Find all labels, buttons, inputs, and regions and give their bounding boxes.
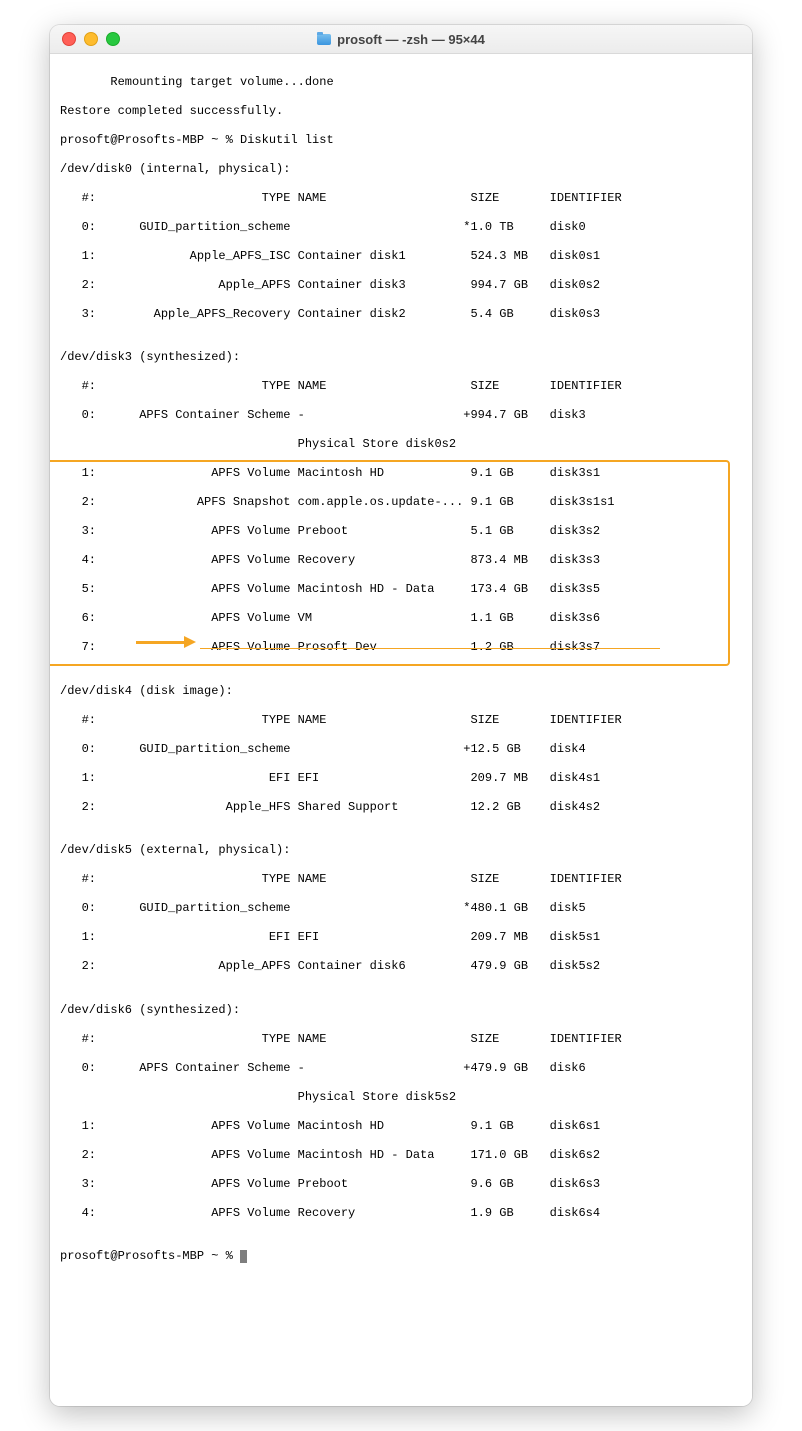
table-row: 2: Apple_APFS Container disk6 479.9 GB d… <box>60 959 742 974</box>
table-row: 4: APFS Volume Recovery 1.9 GB disk6s4 <box>60 1206 742 1221</box>
disk-header: /dev/disk4 (disk image): <box>60 684 742 699</box>
terminal-content[interactable]: Remounting target volume...done Restore … <box>50 54 752 1406</box>
table-row: 1: APFS Volume Macintosh HD 9.1 GB disk6… <box>60 1119 742 1134</box>
window-titlebar: prosoft — -zsh — 95×44 <box>50 25 752 54</box>
disk-header: /dev/disk5 (external, physical): <box>60 843 742 858</box>
table-row: Physical Store disk0s2 <box>60 437 742 452</box>
output-line: Restore completed successfully. <box>60 104 742 119</box>
table-row: 2: APFS Volume Macintosh HD - Data 171.0… <box>60 1148 742 1163</box>
table-row: 0: GUID_partition_scheme +12.5 GB disk4 <box>60 742 742 757</box>
close-button[interactable] <box>62 32 76 46</box>
table-row: 6: APFS Volume VM 1.1 GB disk3s6 <box>60 611 742 626</box>
window-title: prosoft — -zsh — 95×44 <box>50 32 752 47</box>
column-header: #: TYPE NAME SIZE IDENTIFIER <box>60 379 742 394</box>
window-title-text: prosoft — -zsh — 95×44 <box>337 32 485 47</box>
table-row: 1: Apple_APFS_ISC Container disk1 524.3 … <box>60 249 742 264</box>
folder-icon <box>317 34 331 45</box>
table-row: 1: EFI EFI 209.7 MB disk4s1 <box>60 771 742 786</box>
table-row: 4: APFS Volume Recovery 873.4 MB disk3s3 <box>60 553 742 568</box>
column-header: #: TYPE NAME SIZE IDENTIFIER <box>60 713 742 728</box>
table-row: 1: APFS Volume Macintosh HD 9.1 GB disk3… <box>60 466 742 481</box>
table-row: 5: APFS Volume Macintosh HD - Data 173.4… <box>60 582 742 597</box>
column-header: #: TYPE NAME SIZE IDENTIFIER <box>60 872 742 887</box>
column-header: #: TYPE NAME SIZE IDENTIFIER <box>60 1032 742 1047</box>
table-row: 3: APFS Volume Preboot 5.1 GB disk3s2 <box>60 524 742 539</box>
terminal-window: prosoft — -zsh — 95×44 Remounting target… <box>50 25 752 1406</box>
table-row: 0: GUID_partition_scheme *480.1 GB disk5 <box>60 901 742 916</box>
table-row: 0: GUID_partition_scheme *1.0 TB disk0 <box>60 220 742 235</box>
disk-header: /dev/disk3 (synthesized): <box>60 350 742 365</box>
table-row: 2: Apple_APFS Container disk3 994.7 GB d… <box>60 278 742 293</box>
output-line: Remounting target volume...done <box>60 75 742 90</box>
table-row: Physical Store disk5s2 <box>60 1090 742 1105</box>
table-row: 0: APFS Container Scheme - +994.7 GB dis… <box>60 408 742 423</box>
disk-header: /dev/disk6 (synthesized): <box>60 1003 742 1018</box>
output-line: prosoft@Prosofts-MBP ~ % Diskutil list <box>60 133 742 148</box>
table-row: 7: APFS Volume Prosoft Dev 1.2 GB disk3s… <box>60 640 742 655</box>
table-row: 0: APFS Container Scheme - +479.9 GB dis… <box>60 1061 742 1076</box>
zoom-button[interactable] <box>106 32 120 46</box>
disk-header: /dev/disk0 (internal, physical): <box>60 162 742 177</box>
table-row: 2: Apple_HFS Shared Support 12.2 GB disk… <box>60 800 742 815</box>
table-row: 2: APFS Snapshot com.apple.os.update-...… <box>60 495 742 510</box>
minimize-button[interactable] <box>84 32 98 46</box>
table-row: 1: EFI EFI 209.7 MB disk5s1 <box>60 930 742 945</box>
traffic-lights <box>50 32 120 46</box>
cursor <box>240 1250 247 1263</box>
table-row: 3: APFS Volume Preboot 9.6 GB disk6s3 <box>60 1177 742 1192</box>
table-row: 3: Apple_APFS_Recovery Container disk2 5… <box>60 307 742 322</box>
column-header: #: TYPE NAME SIZE IDENTIFIER <box>60 191 742 206</box>
shell-prompt: prosoft@Prosofts-MBP ~ % <box>60 1249 240 1263</box>
